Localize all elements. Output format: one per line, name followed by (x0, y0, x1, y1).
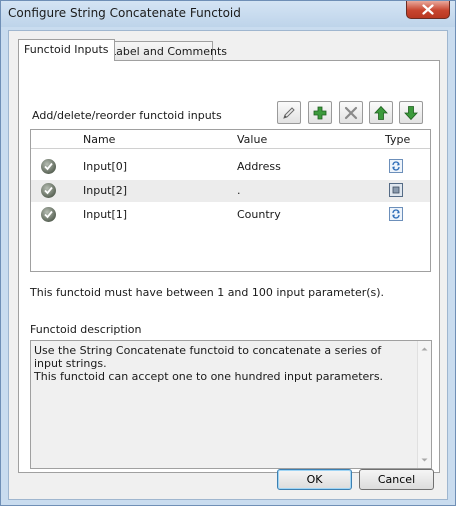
ok-button[interactable]: OK (277, 469, 352, 490)
delete-input-button[interactable] (339, 101, 363, 124)
close-button[interactable] (406, 1, 450, 19)
edit-input-button[interactable] (277, 101, 301, 124)
row-value-cell: . (237, 184, 241, 197)
plus-icon (313, 106, 327, 119)
add-input-button[interactable] (308, 101, 332, 124)
column-header-type[interactable]: Type (385, 133, 410, 146)
table-row[interactable]: Input[2] . (31, 180, 430, 202)
pencil-icon (283, 106, 295, 119)
description-scrollbar[interactable] (417, 341, 431, 468)
delete-x-icon (344, 106, 358, 119)
scroll-down-icon[interactable] (418, 454, 431, 466)
row-value-cell: Country (237, 208, 281, 221)
column-header-value[interactable]: Value (237, 133, 267, 146)
dialog-window: Configure String Concatenate Functoid Fu… (0, 0, 456, 506)
scroll-up-icon[interactable] (418, 343, 431, 355)
cancel-button[interactable]: Cancel (359, 469, 434, 490)
column-header-name[interactable]: Name (83, 133, 115, 146)
window-title: Configure String Concatenate Functoid (8, 6, 241, 20)
tab-label-and-comments-label: Label and Comments (110, 45, 227, 58)
check-icon (41, 207, 56, 222)
grid-header: Name Value Type (31, 130, 430, 149)
table-row[interactable]: Input[0] Address (31, 156, 430, 178)
row-name-cell: Input[2] (83, 184, 128, 197)
tab-functoid-inputs-label: Functoid Inputs (24, 43, 109, 56)
row-name-cell: Input[1] (83, 208, 128, 221)
title-bar[interactable]: Configure String Concatenate Functoid (1, 1, 455, 27)
row-name-cell: Input[0] (83, 160, 128, 173)
move-down-button[interactable] (399, 101, 423, 124)
check-icon (41, 159, 56, 174)
tab-label-and-comments[interactable]: Label and Comments (104, 41, 227, 60)
dialog-client-area: Functoid Inputs Label and Comments Add/d… (8, 30, 448, 500)
input-count-info: This functoid must have between 1 and 10… (30, 286, 385, 299)
row-value-cell: Address (237, 160, 281, 173)
description-text: Use the String Concatenate functoid to c… (34, 344, 384, 383)
move-up-button[interactable] (369, 101, 393, 124)
constant-type-icon (389, 183, 403, 197)
link-type-icon (389, 159, 403, 173)
link-type-icon (389, 207, 403, 221)
toolbar-label: Add/delete/reorder functoid inputs (32, 109, 222, 122)
tab-functoid-inputs[interactable]: Functoid Inputs (18, 39, 115, 61)
close-icon (422, 4, 434, 15)
description-textbox[interactable]: Use the String Concatenate functoid to c… (30, 340, 432, 469)
check-icon (41, 183, 56, 198)
table-row[interactable]: Input[1] Country (31, 204, 430, 226)
arrow-up-icon (374, 105, 388, 120)
functoid-inputs-panel: Add/delete/reorder functoid inputs Name … (18, 60, 440, 473)
description-label: Functoid description (30, 323, 142, 336)
inputs-grid: Name Value Type Input[0] Address Input[2… (30, 129, 431, 272)
arrow-down-icon (404, 105, 418, 120)
